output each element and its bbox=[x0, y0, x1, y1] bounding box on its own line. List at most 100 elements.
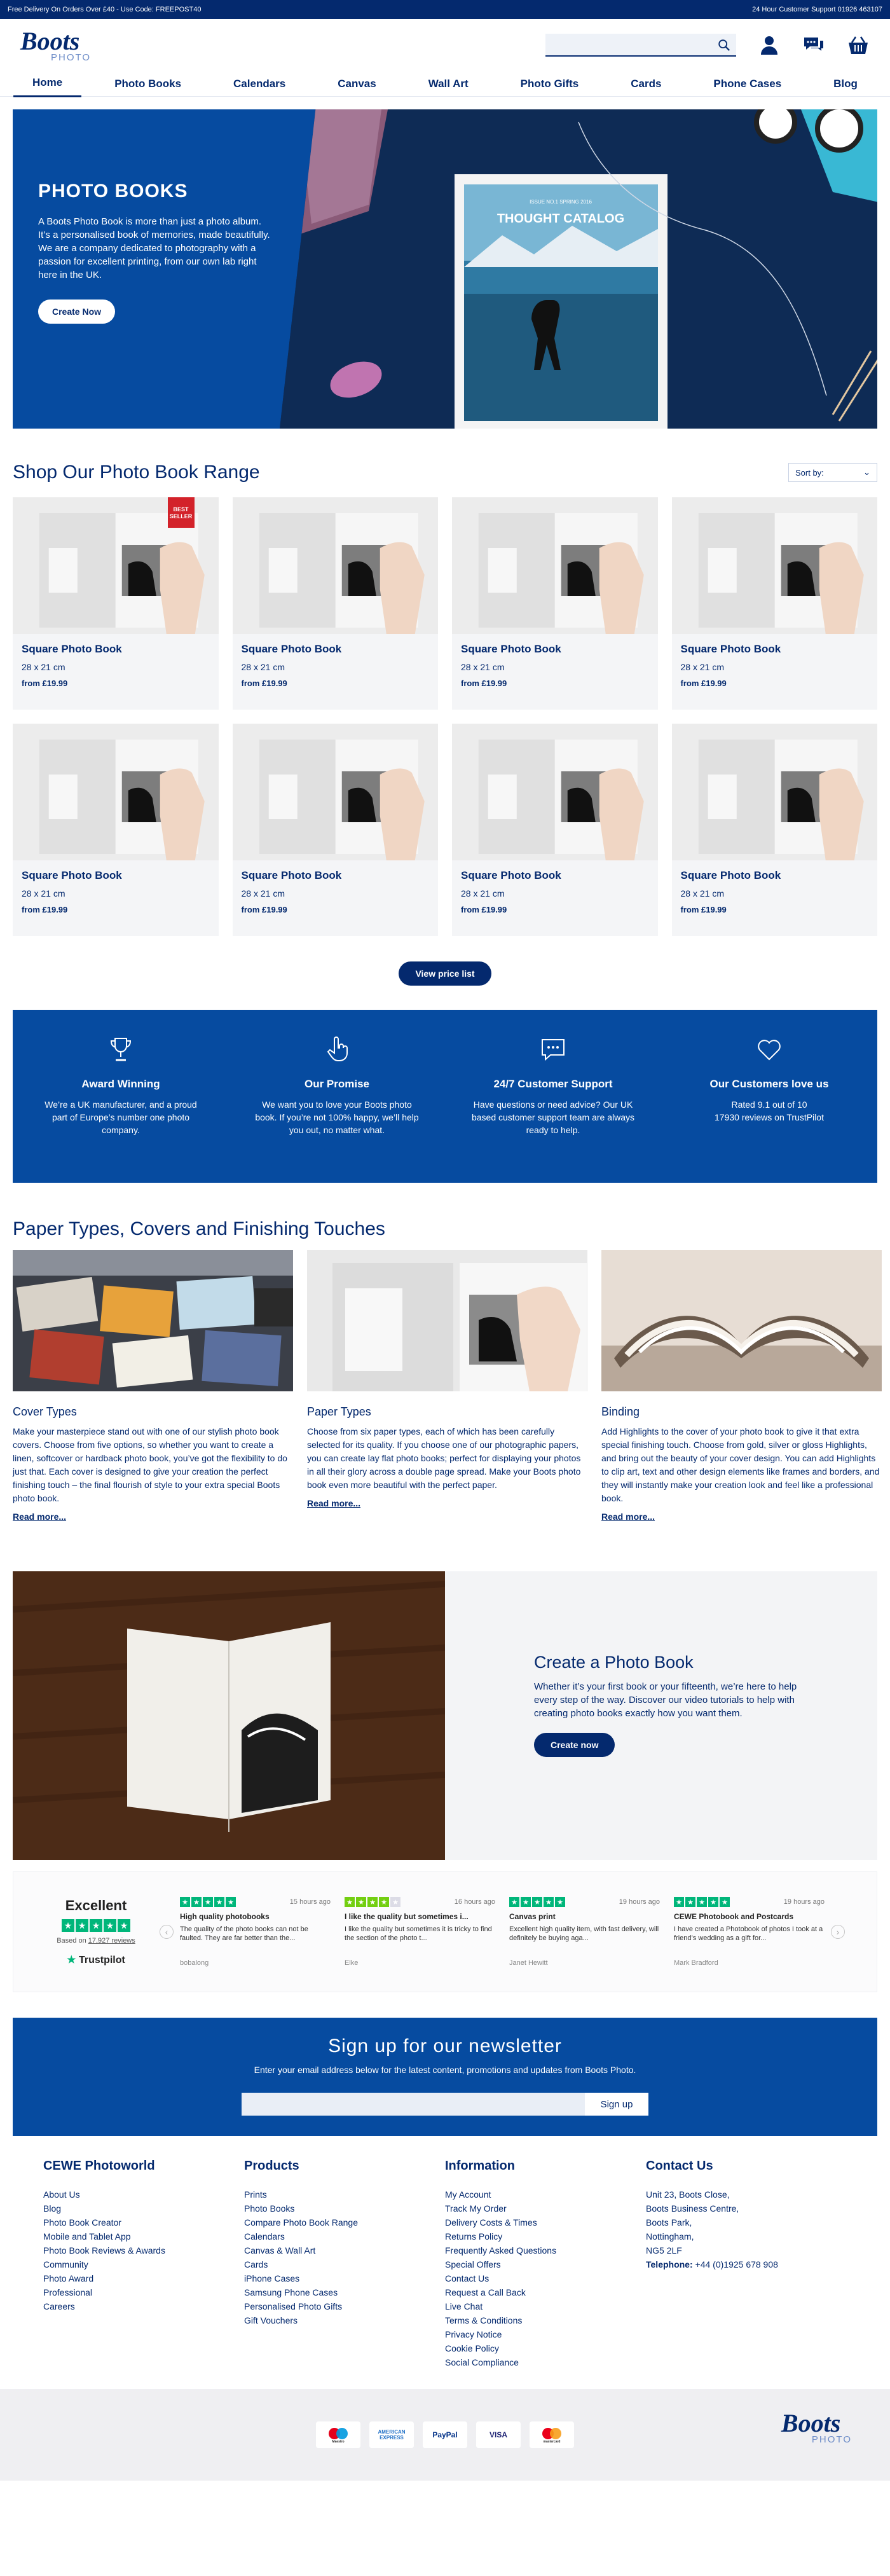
next-arrow-icon[interactable]: › bbox=[831, 1925, 845, 1939]
trustpilot-logo[interactable]: ★ Trustpilot bbox=[39, 1953, 153, 1966]
account-icon[interactable] bbox=[758, 34, 781, 57]
footer-link[interactable]: About Us bbox=[43, 2187, 244, 2201]
footer-link[interactable]: Photo Award bbox=[43, 2271, 244, 2285]
email-field[interactable] bbox=[242, 2093, 585, 2116]
create-now-button[interactable]: Create now bbox=[534, 1733, 615, 1757]
chat-icon[interactable] bbox=[802, 34, 825, 57]
telephone-label: Telephone: bbox=[646, 2259, 693, 2269]
review-card[interactable]: ★ ★ ★ ★ ★ 16 hours ago I like the quality but… bbox=[345, 1897, 495, 1967]
review-card[interactable]: ★ ★ ★ ★ ★ 19 hours ago CEWE Photobook and Pos… bbox=[674, 1897, 825, 1967]
footer-link[interactable]: Photo Book Reviews & Awards bbox=[43, 2243, 244, 2257]
footer-link[interactable]: Samsung Phone Cases bbox=[244, 2285, 445, 2299]
review-card[interactable]: ★ ★ ★ ★ ★ 19 hours ago Canvas print Excellent… bbox=[509, 1897, 660, 1967]
product-card[interactable]: Square Photo Book 28 x 21 cm from £19.99… bbox=[13, 497, 219, 710]
footer-link[interactable]: Blog bbox=[43, 2201, 244, 2215]
hero-image: THOUGHT CATALOG ISSUE NO.1 SPRING 2016 bbox=[280, 109, 877, 429]
open-book-image bbox=[13, 1571, 445, 1860]
cover-types-image bbox=[13, 1250, 293, 1391]
product-card[interactable]: Square Photo Book 28 x 21 cm from £19.99 bbox=[671, 497, 877, 710]
footer-logo[interactable]: Boots PHOTO bbox=[781, 2411, 852, 2445]
footer-link[interactable]: Frequently Asked Questions bbox=[445, 2243, 646, 2257]
star-icon: ★ bbox=[118, 1919, 130, 1932]
footer-link[interactable]: Contact Us bbox=[445, 2271, 646, 2285]
star-icon: ★ bbox=[697, 1897, 707, 1907]
product-card[interactable]: Square Photo Book 28 x 21 cm from £19.99 bbox=[232, 724, 438, 936]
footer-link[interactable]: Privacy Notice bbox=[445, 2327, 646, 2341]
product-image bbox=[232, 724, 438, 860]
usp-award: Award Winning We’re a UK manufacturer, a… bbox=[13, 1035, 229, 1183]
footer-link[interactable]: Track My Order bbox=[445, 2201, 646, 2215]
star-icon: ★ bbox=[90, 1919, 102, 1932]
footer-link[interactable]: Cards bbox=[244, 2257, 445, 2271]
nav-phone-cases[interactable]: Phone Cases bbox=[694, 71, 800, 97]
read-more-link[interactable]: Read more... bbox=[307, 1498, 360, 1508]
footer-link[interactable]: Special Offers bbox=[445, 2257, 646, 2271]
review-count-link[interactable]: 17,927 reviews bbox=[88, 1937, 135, 1945]
footer-link[interactable]: Delivery Costs & Times bbox=[445, 2215, 646, 2229]
product-card[interactable]: Square Photo Book 28 x 21 cm from £19.99 bbox=[452, 497, 658, 710]
footer-link[interactable]: Terms & Conditions bbox=[445, 2313, 646, 2327]
footer-link[interactable]: Careers bbox=[43, 2299, 244, 2313]
review-time: 15 hours ago bbox=[289, 1898, 331, 1906]
product-card[interactable]: Square Photo Book 28 x 21 cm from £19.99 bbox=[232, 497, 438, 710]
usp-title: Our Promise bbox=[304, 1078, 370, 1090]
usp-text: Have questions or need advice? Our UK ba… bbox=[471, 1099, 634, 1135]
footer-link[interactable]: Request a Call Back bbox=[445, 2285, 646, 2299]
nav-photo-books[interactable]: Photo Books bbox=[95, 71, 200, 97]
star-icon: ★ bbox=[379, 1897, 389, 1907]
search-input[interactable] bbox=[545, 34, 736, 55]
telephone-number[interactable]: +44 (0)1925 678 908 bbox=[695, 2259, 778, 2269]
nav-calendars[interactable]: Calendars bbox=[214, 71, 305, 97]
nav-cards[interactable]: Cards bbox=[612, 71, 680, 97]
footer-link[interactable]: Live Chat bbox=[445, 2299, 646, 2313]
nav-wall-art[interactable]: Wall Art bbox=[409, 71, 488, 97]
star-icon: ★ bbox=[685, 1897, 695, 1907]
footer-link[interactable]: Community bbox=[43, 2257, 244, 2271]
product-card[interactable]: Square Photo Book 28 x 21 cm from £19.99 bbox=[671, 724, 877, 936]
sort-label: Sort by: bbox=[795, 467, 824, 478]
footer-link[interactable]: iPhone Cases bbox=[244, 2271, 445, 2285]
read-more-link[interactable]: Read more... bbox=[13, 1512, 66, 1522]
review-text: I like the quality but sometimes it is t… bbox=[345, 1925, 492, 1942]
review-card[interactable]: ★ ★ ★ ★ ★ 15 hours ago High quality photobook… bbox=[180, 1897, 331, 1967]
create-now-button[interactable]: Create Now bbox=[38, 300, 116, 324]
payment-logo: mastercard bbox=[530, 2421, 574, 2448]
footer-link[interactable]: Returns Policy bbox=[445, 2229, 646, 2243]
trustpilot-brand: Trustpilot bbox=[78, 1955, 125, 1966]
footer-link[interactable]: Cookie Policy bbox=[445, 2341, 646, 2355]
search-icon[interactable] bbox=[717, 38, 731, 52]
address-line: NG5 2LF bbox=[646, 2245, 682, 2256]
sign-up-button[interactable]: Sign up bbox=[585, 2093, 648, 2116]
boots-photo-logo[interactable]: Boots PHOTO bbox=[20, 28, 91, 62]
product-price: from £19.99 bbox=[241, 905, 287, 914]
read-more-link[interactable]: Read more... bbox=[601, 1512, 655, 1522]
footer-link[interactable]: Calendars bbox=[244, 2229, 445, 2243]
nav-photo-gifts[interactable]: Photo Gifts bbox=[502, 71, 598, 97]
product-card[interactable]: Square Photo Book 28 x 21 cm from £19.99 bbox=[452, 724, 658, 936]
nav-home[interactable]: Home bbox=[13, 70, 82, 97]
nav-blog[interactable]: Blog bbox=[814, 71, 877, 97]
product-image bbox=[452, 724, 658, 860]
binding-image bbox=[601, 1250, 882, 1391]
footer-link[interactable]: Canvas & Wall Art bbox=[244, 2243, 445, 2257]
footer-link[interactable]: Compare Photo Book Range bbox=[244, 2215, 445, 2229]
address-line: Boots Business Centre, bbox=[646, 2203, 739, 2214]
footer-link[interactable]: Personalised Photo Gifts bbox=[244, 2299, 445, 2313]
footer-link[interactable]: Gift Vouchers bbox=[244, 2313, 445, 2327]
footer-link[interactable]: My Account bbox=[445, 2187, 646, 2201]
footer-link[interactable]: Social Compliance bbox=[445, 2355, 646, 2369]
footer-link[interactable]: Photo Books bbox=[244, 2201, 445, 2215]
footer-link[interactable]: Prints bbox=[244, 2187, 445, 2201]
footer-link[interactable]: Photo Book Creator bbox=[43, 2215, 244, 2229]
review-stars: ★ ★ ★ ★ ★ bbox=[345, 1897, 400, 1907]
product-card[interactable]: Square Photo Book 28 x 21 cm from £19.99 bbox=[13, 724, 219, 936]
nav-canvas[interactable]: Canvas bbox=[318, 71, 395, 97]
prev-arrow-icon[interactable]: ‹ bbox=[160, 1925, 174, 1939]
footer-link[interactable]: Professional bbox=[43, 2285, 244, 2299]
sort-select[interactable]: Sort by: ⌄ bbox=[788, 463, 877, 482]
basket-icon[interactable] bbox=[847, 34, 870, 57]
footer-link[interactable]: Mobile and Tablet App bbox=[43, 2229, 244, 2243]
star-icon: ★ bbox=[345, 1897, 355, 1907]
view-price-list-button[interactable]: View price list bbox=[399, 961, 491, 986]
address-line: Unit 23, Boots Close, bbox=[646, 2189, 730, 2200]
